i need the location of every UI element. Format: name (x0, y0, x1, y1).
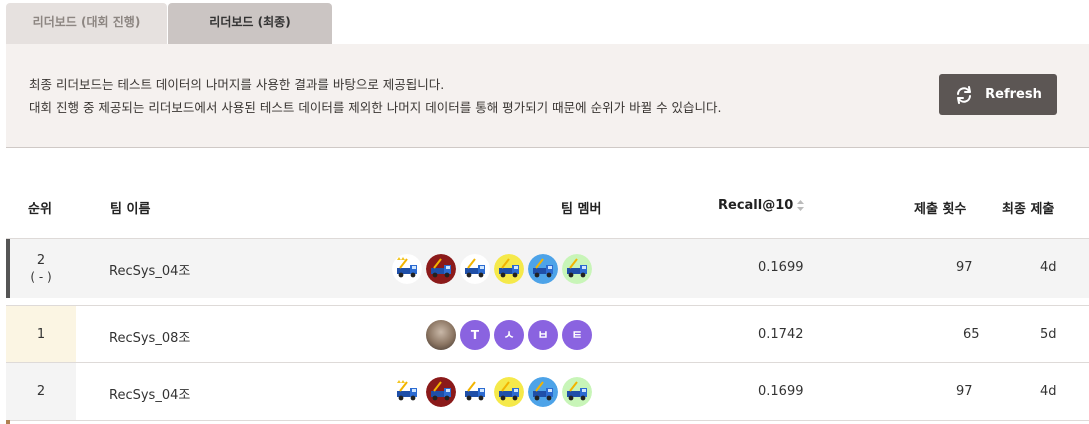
refresh-button[interactable]: Refresh (939, 74, 1057, 115)
info-text-line-2: 대회 진행 중 제공되는 리더보드에서 사용된 테스트 데이터를 제외한 나머지… (29, 100, 722, 115)
info-panel: 최종 리더보드는 테스트 데이터의 나머지를 사용한 결과를 바탕으로 제공됩니… (6, 44, 1089, 148)
info-text-line-1: 최종 리더보드는 테스트 데이터의 나머지를 사용한 결과를 바탕으로 제공됩니… (29, 77, 445, 92)
member-letter-avatar[interactable]: T (460, 319, 490, 350)
avatar-letter: ㅅ (503, 328, 515, 342)
rank-cell: 2 (6, 363, 76, 420)
rank-number: 1 (36, 327, 46, 342)
crane-truck-avatar-icon[interactable] (426, 253, 456, 284)
crane-truck-avatar-icon[interactable] (426, 376, 456, 407)
last-submission: 5d (1040, 327, 1057, 342)
score: 0.1699 (758, 384, 804, 399)
header-metric[interactable]: Recall@10 (718, 198, 805, 213)
avatar-letter: ㅂ (537, 328, 549, 342)
avatar-letter: ㅌ (571, 328, 583, 342)
member-photo-avatar[interactable] (426, 319, 456, 350)
crane-truck-avatar-icon[interactable] (392, 253, 422, 284)
score: 0.1742 (758, 327, 804, 342)
table-row[interactable]: 2 RecSys_04조 0.1699 97 4d (6, 362, 1089, 421)
crane-truck-avatar-icon[interactable] (562, 253, 592, 284)
my-team-row: 2 ( - ) RecSys_04조 0.1699 97 4d (6, 238, 1089, 298)
crane-truck-avatar-icon[interactable] (528, 253, 558, 284)
rank-number: 2 (36, 384, 46, 399)
refresh-label: Refresh (985, 87, 1042, 102)
avatar-letter: T (470, 327, 480, 342)
team-name: RecSys_04조 (109, 264, 191, 279)
crane-truck-avatar-icon[interactable] (494, 376, 524, 407)
tab-leaderboard-final[interactable]: 리더보드 (최종) (168, 3, 332, 44)
header-last-submission: 최종 제출 (1002, 202, 1055, 217)
member-letter-avatar[interactable]: ㅂ (528, 319, 558, 350)
team-members-08: Tㅅㅂㅌ (422, 319, 592, 350)
crane-truck-avatar-icon[interactable] (528, 376, 558, 407)
score: 0.1699 (758, 260, 804, 275)
rank-number: 2 (36, 253, 46, 268)
submission-count: 97 (956, 260, 973, 275)
last-submission: 4d (1040, 260, 1057, 275)
header-team-name: 팀 이름 (110, 202, 151, 217)
crane-truck-avatar-icon[interactable] (392, 376, 422, 407)
crane-truck-avatar-icon[interactable] (494, 253, 524, 284)
rank-cell: 1 (6, 306, 76, 363)
rank-change: ( - ) (30, 270, 52, 284)
crane-truck-avatar-icon[interactable] (460, 376, 490, 407)
rank-cell: 2 ( - ) (6, 239, 76, 298)
team-members-04-b (388, 376, 592, 407)
crane-truck-avatar-icon[interactable] (562, 376, 592, 407)
team-name: RecSys_08조 (109, 331, 191, 346)
header-rank: 순위 (28, 202, 52, 217)
submission-count: 65 (963, 327, 980, 342)
header-submissions: 제출 횟수 (914, 202, 967, 217)
member-letter-avatar[interactable]: ㅅ (494, 319, 524, 350)
team-members-04-a (388, 253, 592, 284)
submission-count: 97 (956, 384, 973, 399)
last-submission: 4d (1040, 384, 1057, 399)
header-metric-label: Recall@10 (718, 198, 794, 213)
header-team-members: 팀 멤버 (561, 202, 602, 217)
team-name: RecSys_04조 (109, 388, 191, 403)
member-letter-avatar[interactable]: ㅌ (562, 319, 592, 350)
tab-leaderboard-live[interactable]: 리더보드 (대회 진행) (6, 3, 167, 44)
leaderboard-tabs: 리더보드 (대회 진행) 리더보드 (최종) (6, 3, 332, 44)
table-row[interactable]: 1 RecSys_08조 T ㅅ ㅂ ㅌ 0.1742 65 5d (6, 305, 1089, 363)
crane-truck-avatar-icon[interactable] (460, 253, 490, 284)
refresh-icon (957, 85, 972, 104)
rank-bronze-marker (6, 420, 10, 424)
sort-icon[interactable] (797, 200, 805, 211)
